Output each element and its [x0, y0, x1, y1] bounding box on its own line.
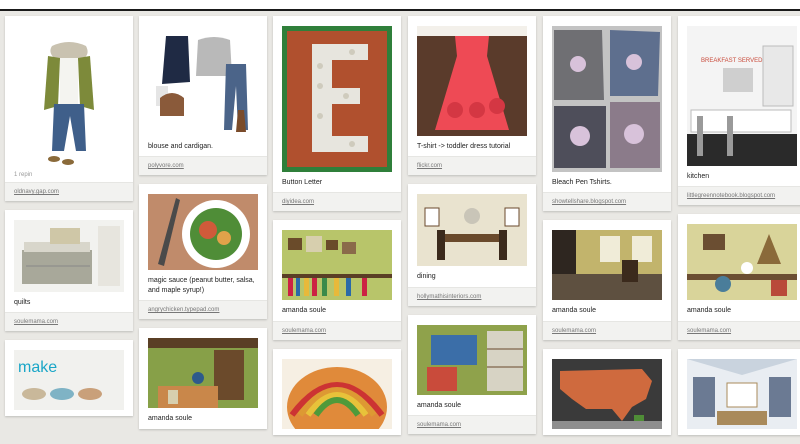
- pin-column-6: BREAKFAST SERVED kitchen littlegreennote…: [678, 16, 800, 444]
- pin-source-link[interactable]: oldnavy.gap.com: [5, 182, 133, 201]
- pin-card[interactable]: make: [5, 340, 133, 417]
- pin-source-link[interactable]: hollymathisinteriors.com: [408, 286, 536, 306]
- pin-card[interactable]: Button Letter diyidea.com: [273, 16, 401, 212]
- pin-source-link[interactable]: flickr.com: [408, 156, 536, 176]
- pin-source-link[interactable]: soulemama.com: [678, 320, 800, 340]
- pin-description: quilts: [14, 299, 31, 306]
- top-bar: [0, 0, 800, 11]
- pin-image-livingroom[interactable]: [687, 358, 797, 429]
- pin-image-cardigan[interactable]: [148, 26, 258, 136]
- pin-source-link[interactable]: soulemama.com: [273, 320, 401, 340]
- pin-card[interactable]: dining hollymathisinteriors.com: [408, 184, 536, 306]
- pin-image-button-letter[interactable]: [282, 26, 392, 172]
- pin-description: amanda soule: [148, 415, 192, 423]
- pin-description: amanda soule: [552, 307, 596, 315]
- pin-description: amanda soule: [282, 307, 326, 315]
- pin-card[interactable]: [543, 348, 671, 435]
- pin-image-usmap[interactable]: [552, 358, 662, 429]
- make-text: make: [18, 359, 57, 376]
- pin-image-salad[interactable]: [148, 194, 258, 271]
- pin-card[interactable]: amanda soule: [139, 328, 267, 429]
- pin-card[interactable]: amanda soule soulemama.com: [408, 314, 536, 435]
- pin-description: amanda soule: [687, 307, 731, 315]
- pin-card[interactable]: Bleach Pen Tshirts. showtellshare.blogsp…: [543, 16, 671, 212]
- pin-image-make[interactable]: make: [14, 350, 124, 411]
- pin-image-dress[interactable]: [417, 26, 527, 136]
- pin-image-quilts[interactable]: [14, 220, 124, 292]
- pin-card[interactable]: BREAKFAST SERVED kitchen littlegreennote…: [678, 16, 800, 206]
- pin-card[interactable]: [273, 348, 401, 435]
- pin-description: Bleach Pen Tshirts.: [552, 179, 612, 186]
- pin-image-greenroom[interactable]: [148, 338, 258, 409]
- pin-column-4: T-shirt -> toddler dress tutorial flickr…: [408, 16, 536, 443]
- kitchen-sign-text: BREAKFAST SERVED: [701, 58, 763, 64]
- pin-column-2: blouse and cardigan. polyvore.com magic …: [139, 16, 267, 438]
- pin-source-link[interactable]: littlegreennotebook.blogspot.com: [678, 186, 800, 206]
- pin-column-5: Bleach Pen Tshirts. showtellshare.blogsp…: [543, 16, 671, 444]
- pin-image-outfit[interactable]: [14, 26, 124, 166]
- pin-description: Button Letter: [282, 179, 323, 186]
- repin-count: 1 repin: [14, 172, 33, 178]
- pin-description: magic sauce (peanut butter, salsa, and m…: [148, 277, 255, 294]
- pin-card[interactable]: T-shirt -> toddler dress tutorial flickr…: [408, 16, 536, 176]
- pin-source-link[interactable]: diyidea.com: [273, 192, 401, 212]
- pin-image-woodroom[interactable]: [552, 230, 662, 301]
- pin-image-rainbow[interactable]: [282, 358, 392, 429]
- pin-card[interactable]: quilts soulemama.com: [5, 210, 133, 332]
- pin-description: dining: [417, 273, 436, 281]
- pin-card[interactable]: [678, 348, 800, 435]
- pin-source-link[interactable]: polyvore.com: [139, 156, 267, 176]
- pin-source-link[interactable]: angrychicken.typepad.com: [139, 300, 267, 320]
- pin-card[interactable]: 1 repin oldnavy.gap.com: [5, 16, 133, 201]
- pin-source-link[interactable]: soulemama.com: [543, 320, 671, 340]
- pin-source-link[interactable]: soulemama.com: [408, 415, 536, 435]
- pin-image-tshirts[interactable]: [552, 26, 662, 172]
- pin-image-shelf[interactable]: [282, 230, 392, 301]
- pin-description: amanda soule: [417, 401, 461, 409]
- pin-image-dining[interactable]: [417, 194, 527, 267]
- pin-card[interactable]: amanda soule soulemama.com: [678, 214, 800, 340]
- pin-card[interactable]: blouse and cardigan. polyvore.com: [139, 16, 267, 176]
- pin-image-kitchen[interactable]: BREAKFAST SERVED: [687, 26, 797, 166]
- pin-card[interactable]: amanda soule soulemama.com: [543, 220, 671, 340]
- pin-description: kitchen: [687, 173, 710, 180]
- pin-source-link[interactable]: soulemama.com: [5, 312, 133, 332]
- pin-description: blouse and cardigan.: [148, 143, 213, 150]
- pin-description: T-shirt -> toddler dress tutorial: [417, 143, 511, 150]
- pin-column-3: Button Letter diyidea.com amanda soule s…: [273, 16, 401, 444]
- pin-source-link[interactable]: showtellshare.blogspot.com: [543, 192, 671, 212]
- pin-card[interactable]: amanda soule soulemama.com: [273, 220, 401, 340]
- pin-card[interactable]: magic sauce (peanut butter, salsa, and m…: [139, 184, 267, 320]
- pin-image-shelfdecor[interactable]: [687, 224, 797, 301]
- pin-image-classroom[interactable]: [417, 324, 527, 395]
- pin-column-1: 1 repin oldnavy.gap.com quilts soulemama…: [5, 16, 133, 425]
